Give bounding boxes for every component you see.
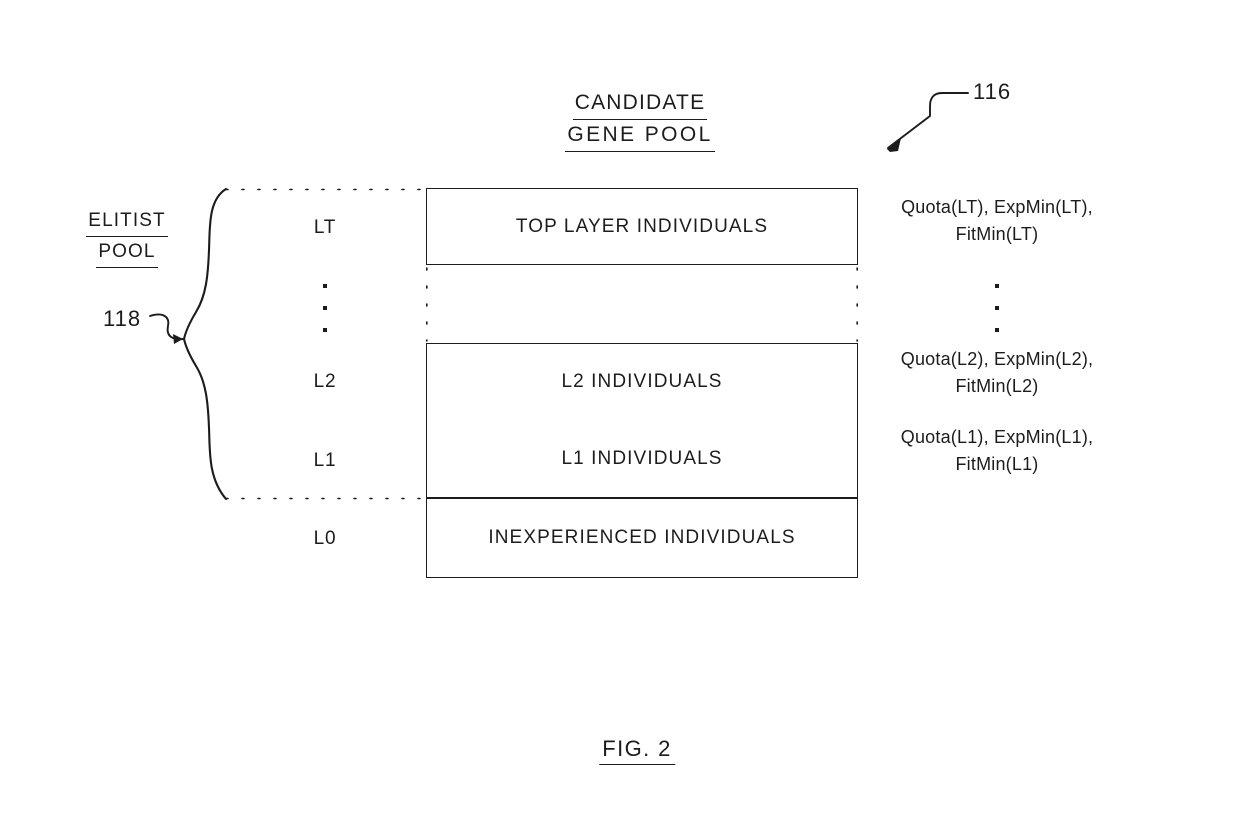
layer-annotation-lt: Quota(LT), ExpMin(LT), FitMin(LT) <box>847 194 1147 248</box>
elitist-line-2: POOL <box>96 237 158 268</box>
annotation-l2-line-2: FitMin(L2) <box>955 376 1039 396</box>
layer-annotation-l1: Quota(L1), ExpMin(L1), FitMin(L1) <box>847 424 1147 478</box>
layer-box-l2: L2 INDIVIDUALS <box>426 343 858 421</box>
elitist-line-1: ELITIST <box>86 206 168 237</box>
layer-box-label-lt: TOP LAYER INDIVIDUALS <box>515 215 769 237</box>
ref-116-leader <box>887 92 969 149</box>
annotation-lt-line-2: FitMin(LT) <box>955 224 1039 244</box>
layer-caption-l2: L2 <box>313 371 337 392</box>
ref-116-arrowhead <box>887 138 901 152</box>
annotation-lt-line-1: Quota(LT), ExpMin(LT), <box>901 197 1093 217</box>
layer-caption-lt: LT <box>313 217 337 238</box>
title-line-1: CANDIDATE <box>572 88 708 120</box>
reference-numeral-118: 118 <box>103 306 142 331</box>
figure-caption: FIG. 2 <box>599 736 675 765</box>
layer-caption-l0: L0 <box>313 528 337 549</box>
ref-118-leader <box>149 313 184 341</box>
layer-caption-ellipsis-icon <box>320 284 330 332</box>
layer-box-label-l1: L1 INDIVIDUALS <box>561 447 723 469</box>
ref-118-arrowhead <box>173 334 183 344</box>
layer-box-label-l2: L2 INDIVIDUALS <box>561 371 723 392</box>
figure-title: CANDIDATE GENE POOL <box>460 88 820 152</box>
annotation-l1-line-1: Quota(L1), ExpMin(L1), <box>900 427 1094 447</box>
layer-box-l0: INEXPERIENCED INDIVIDUALS <box>426 498 858 578</box>
layer-box-top: TOP LAYER INDIVIDUALS <box>426 188 858 265</box>
layer-caption-l1: L1 <box>313 450 337 471</box>
reference-numeral-116: 116 <box>973 79 1012 104</box>
layer-box-l1: L1 INDIVIDUALS <box>426 420 858 498</box>
annotation-l2-line-1: Quota(L2), ExpMin(L2), <box>900 349 1094 369</box>
elitist-pool-label: ELITIST POOL <box>17 206 237 268</box>
annotation-ellipsis-icon <box>992 284 1002 332</box>
layer-annotation-l2: Quota(L2), ExpMin(L2), FitMin(L2) <box>847 346 1147 400</box>
layer-box-label-l0: INEXPERIENCED INDIVIDUALS <box>488 527 796 548</box>
annotation-l1-line-2: FitMin(L1) <box>955 454 1039 474</box>
patent-figure: CANDIDATE GENE POOL 116 ELITIST POOL 118… <box>0 0 1240 833</box>
title-line-2: GENE POOL <box>565 120 715 152</box>
